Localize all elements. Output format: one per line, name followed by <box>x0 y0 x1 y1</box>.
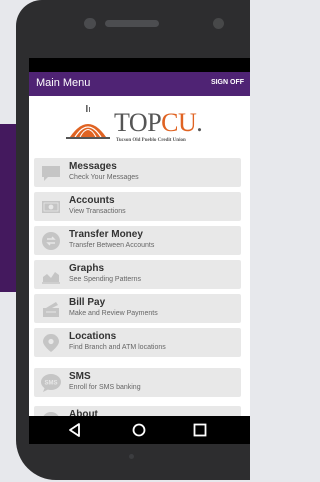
recents-square-icon[interactable] <box>192 422 208 438</box>
menu-item-label: Locations <box>69 331 117 342</box>
android-nav-bar <box>29 416 250 444</box>
logo-wordmark: TOPCU. <box>114 108 203 137</box>
front-camera <box>213 18 224 29</box>
menu-item-subtitle: View Transactions <box>69 208 126 215</box>
sms-bubble-icon: SMS <box>41 374 61 392</box>
sms-icon-text: SMS <box>44 381 57 387</box>
logo-text-mark: . <box>196 108 203 137</box>
page-title: Main Menu <box>36 77 91 89</box>
sign-off-button[interactable]: SIGN OFF <box>211 79 244 86</box>
menu-item-messages[interactable]: Messages Check Your Messages <box>34 158 241 187</box>
menu-item-locations[interactable]: Locations Find Branch and ATM locations <box>34 328 241 357</box>
menu-item-subtitle: Find Branch and ATM locations <box>69 344 166 351</box>
chat-bubble-icon <box>42 166 60 181</box>
menu-item-subtitle: See Spending Patterns <box>69 276 141 283</box>
bill-pay-icon <box>43 302 59 317</box>
back-triangle-icon[interactable] <box>67 422 83 438</box>
transfer-arrows-icon <box>42 232 60 250</box>
menu-item-subtitle: Check Your Messages <box>69 174 139 181</box>
menu-item-label: Accounts <box>69 195 115 206</box>
menu-item-subtitle: Transfer Between Accounts <box>69 242 155 249</box>
menu-item-transfer-money[interactable]: Transfer Money Transfer Between Accounts <box>34 226 241 255</box>
menu-item-subtitle: Make and Review Payments <box>69 310 158 317</box>
status-bar <box>29 58 250 72</box>
menu-item-label: Messages <box>69 161 117 172</box>
menu-item-label: SMS <box>69 371 91 382</box>
logo-text-top: TOP <box>114 108 162 137</box>
home-circle-icon[interactable] <box>131 422 147 438</box>
menu-item-sms[interactable]: SMS SMS Enroll for SMS banking <box>34 368 241 397</box>
location-pin-icon <box>43 334 59 352</box>
menu-item-accounts[interactable]: Accounts View Transactions <box>34 192 241 221</box>
earpiece-speaker <box>105 20 159 27</box>
menu-item-graphs[interactable]: Graphs See Spending Patterns <box>34 260 241 289</box>
capitol-dome-icon <box>66 105 110 139</box>
app-bar: Main Menu SIGN OFF <box>29 72 250 96</box>
menu-item-label: Transfer Money <box>69 229 143 240</box>
logo-tagline: Tucson Old Pueblo Credit Union <box>116 138 186 143</box>
bar-chart-icon <box>42 272 60 284</box>
phone-dot <box>129 454 134 459</box>
logo-text-cu: CU <box>161 108 197 137</box>
front-sensor <box>84 18 96 29</box>
menu-item-subtitle: Enroll for SMS banking <box>69 384 141 391</box>
topcu-logo: TOPCU. Tucson Old Pueblo Credit Union <box>29 96 250 151</box>
menu-item-label: Bill Pay <box>69 297 106 308</box>
menu-item-label: Graphs <box>69 263 105 274</box>
app-screen: Main Menu SIGN OFF TOPCU. Tucson Old Pue… <box>29 58 250 444</box>
dollar-bill-icon <box>42 201 60 213</box>
menu-item-bill-pay[interactable]: Bill Pay Make and Review Payments <box>34 294 241 323</box>
